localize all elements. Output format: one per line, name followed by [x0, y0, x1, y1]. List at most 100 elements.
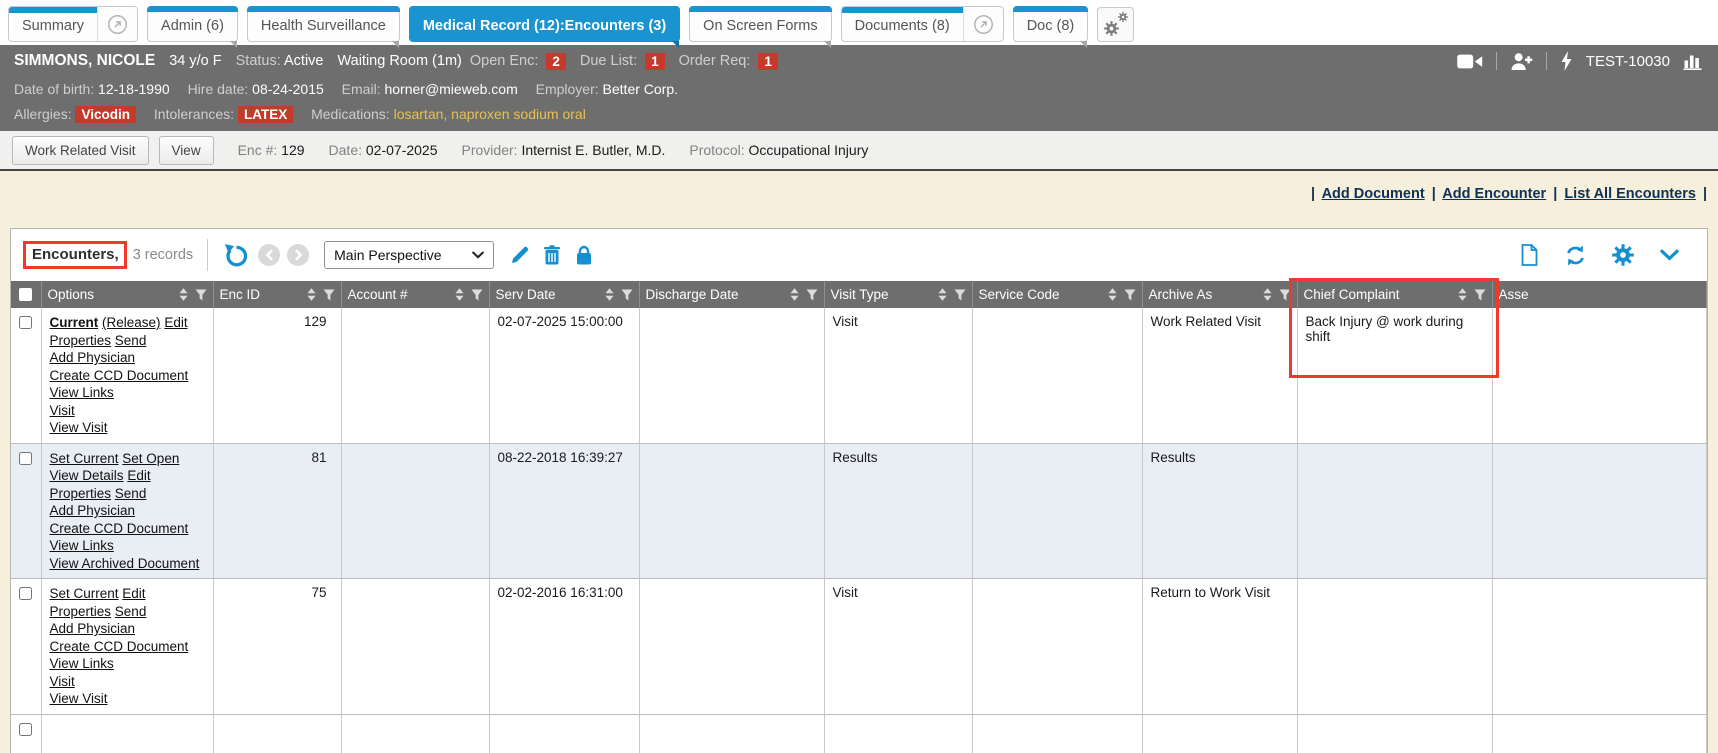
row-action-link[interactable]: Send — [115, 604, 147, 619]
edit-pencil-icon[interactable] — [510, 245, 530, 265]
row-action-link[interactable]: Create CCD Document — [50, 368, 189, 383]
row-action-link[interactable]: Edit — [164, 315, 187, 330]
row-action-link[interactable]: Edit — [122, 586, 145, 601]
tab-medical-record-encounters[interactable]: Medical Record (12):Encounters (3) — [409, 6, 680, 42]
sort-icon[interactable] — [790, 288, 799, 301]
row-action-link[interactable]: Add Physician — [50, 503, 136, 518]
row-action-link[interactable]: Visit — [50, 403, 75, 418]
row-action-link[interactable]: Properties — [50, 604, 112, 619]
sort-icon[interactable] — [1458, 288, 1467, 301]
filter-icon[interactable] — [954, 289, 966, 301]
tab-summary-popout-button[interactable] — [97, 7, 137, 41]
tab-documents-popout-button[interactable] — [963, 7, 1003, 41]
row-action-link[interactable]: Add Physician — [50, 350, 136, 365]
sort-icon[interactable] — [1108, 288, 1117, 301]
row-action-link[interactable]: Visit — [50, 674, 75, 689]
tab-settings-button[interactable] — [1097, 7, 1134, 42]
trash-icon[interactable] — [542, 245, 562, 265]
row-action-link[interactable]: View Details — [50, 468, 124, 483]
row-checkbox[interactable] — [19, 452, 32, 465]
header-visit-type: Visit Type — [824, 281, 972, 308]
filter-icon[interactable] — [323, 289, 335, 301]
sort-icon[interactable] — [179, 288, 188, 301]
annotation-encounters-title: Encounters, — [23, 241, 127, 269]
row-action-link[interactable]: Current — [50, 315, 99, 330]
tab-doc[interactable]: Doc (8) — [1013, 6, 1089, 42]
filter-icon[interactable] — [195, 289, 207, 301]
lock-icon[interactable] — [574, 245, 594, 265]
encounter-bar: Work Related Visit View Enc #: 129 Date:… — [0, 131, 1718, 171]
row-action-link[interactable]: View Links — [50, 538, 114, 553]
row-action-link[interactable]: (Release) — [102, 315, 161, 330]
perspective-value: Main Perspective — [334, 247, 441, 263]
add-encounter-link[interactable]: Add Encounter — [1442, 186, 1546, 202]
filter-icon[interactable] — [471, 289, 483, 301]
filter-icon[interactable] — [621, 289, 633, 301]
gear-icon[interactable] — [1612, 244, 1634, 266]
grid-title: Encounters, — [32, 246, 119, 263]
due-list-badge[interactable]: 1 — [645, 53, 665, 70]
row-checkbox[interactable] — [19, 587, 32, 600]
list-all-encounters-link[interactable]: List All Encounters — [1564, 186, 1696, 202]
open-enc-badge[interactable]: 2 — [546, 53, 566, 70]
document-icon[interactable] — [1520, 244, 1539, 266]
cell-account — [341, 579, 489, 715]
refresh-icon[interactable] — [1565, 245, 1586, 266]
header-enc-id: Enc ID — [213, 281, 341, 308]
row-action-link[interactable]: Send — [115, 486, 147, 501]
row-action-link[interactable]: View Archived Document — [50, 556, 200, 571]
tab-documents[interactable]: Documents (8) — [842, 7, 963, 41]
row-action-link[interactable]: View Links — [50, 656, 114, 671]
row-action-link[interactable]: Set Current — [50, 586, 119, 601]
lightning-icon[interactable] — [1560, 51, 1573, 71]
row-action-link[interactable]: Set Open — [122, 451, 179, 466]
row-action-link[interactable]: Create CCD Document — [50, 639, 189, 654]
row-action-link[interactable]: View Visit — [50, 691, 108, 706]
intolerance-badge[interactable]: LATEX — [238, 106, 293, 123]
chart-icon[interactable] — [1683, 52, 1704, 70]
view-button[interactable]: View — [159, 136, 214, 165]
divider — [207, 239, 208, 271]
add-document-link[interactable]: Add Document — [1322, 186, 1425, 202]
allergy-badge[interactable]: Vicodin — [75, 106, 136, 123]
prev-page-button[interactable] — [258, 244, 280, 266]
video-call-icon[interactable] — [1457, 53, 1483, 70]
undo-icon[interactable] — [224, 243, 248, 267]
row-action-link[interactable]: Create CCD Document — [50, 521, 189, 536]
row-checkbox[interactable] — [19, 316, 32, 329]
row-action-link[interactable]: Set Current — [50, 451, 119, 466]
tab-on-screen-forms[interactable]: On Screen Forms — [689, 6, 831, 42]
filter-icon[interactable] — [806, 289, 818, 301]
cell-chief-complaint — [1297, 579, 1492, 715]
tab-admin[interactable]: Admin (6) — [147, 6, 238, 42]
row-action-link[interactable]: Properties — [50, 333, 112, 348]
sort-icon[interactable] — [938, 288, 947, 301]
waiting-room: Waiting Room (1m) — [338, 53, 462, 69]
tab-summary[interactable]: Summary — [9, 7, 97, 41]
row-action-link[interactable]: Edit — [127, 468, 150, 483]
collapse-chevron-icon[interactable] — [1660, 249, 1679, 261]
tab-health-surveillance[interactable]: Health Surveillance — [247, 6, 400, 42]
sort-icon[interactable] — [605, 288, 614, 301]
row-checkbox[interactable] — [19, 723, 32, 736]
perspective-select[interactable]: Main Perspective — [324, 241, 494, 269]
filter-icon[interactable] — [1279, 289, 1291, 301]
sort-icon[interactable] — [1263, 288, 1272, 301]
sort-icon[interactable] — [455, 288, 464, 301]
next-page-button[interactable] — [287, 244, 309, 266]
header-select-all[interactable] — [11, 281, 41, 308]
work-related-visit-button[interactable]: Work Related Visit — [12, 136, 149, 165]
chevron-left-icon — [265, 249, 274, 261]
row-action-link[interactable]: View Visit — [50, 420, 108, 435]
row-action-link[interactable]: Properties — [50, 486, 112, 501]
chevron-right-icon — [294, 249, 303, 261]
sort-icon[interactable] — [307, 288, 316, 301]
row-action-link[interactable]: Send — [115, 333, 147, 348]
filter-icon[interactable] — [1124, 289, 1136, 301]
row-action-link[interactable]: View Links — [50, 385, 114, 400]
filter-icon[interactable] — [1474, 289, 1486, 301]
row-action-link[interactable]: Add Physician — [50, 621, 136, 636]
add-person-icon[interactable] — [1510, 52, 1533, 71]
select-all-checkbox[interactable] — [19, 288, 32, 301]
order-req-badge[interactable]: 1 — [758, 53, 778, 70]
